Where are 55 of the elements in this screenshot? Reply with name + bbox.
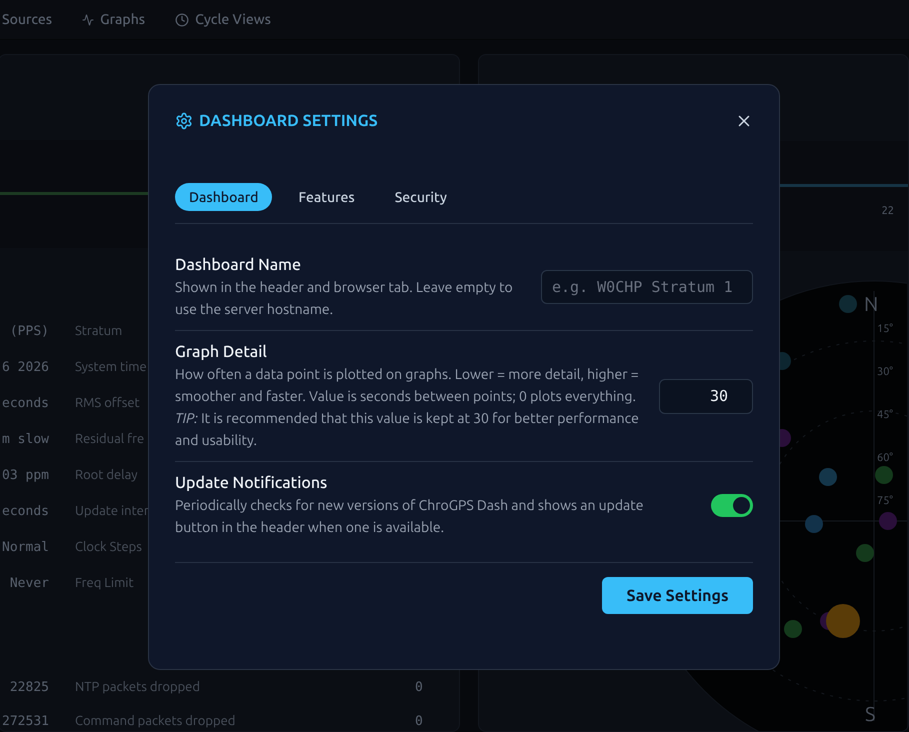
stat-value: econds <box>1 503 49 522</box>
south-label: S <box>865 701 876 727</box>
stat-label: Freq Limit <box>75 575 134 592</box>
counter-value: 22825 <box>8 679 49 698</box>
stat-label: System time <box>75 359 147 376</box>
satellite-dot <box>839 295 857 313</box>
save-settings-button[interactable]: Save Settings <box>602 577 753 614</box>
satellite-dot <box>784 620 802 638</box>
dashboard-name-field[interactable]: e.g. W0CHP Stratum 1 <box>541 270 753 304</box>
elevation-label: 45° <box>877 408 893 423</box>
elevation-label: 75° <box>877 494 893 509</box>
satellite-dot <box>875 466 893 484</box>
dialog-title: DASHBOARD SETTINGS <box>199 111 378 132</box>
counter-value: 272531 <box>1 713 49 732</box>
satellite-dot <box>805 515 823 533</box>
satellite-dot <box>819 468 837 486</box>
elevation-label: 15° <box>877 322 893 337</box>
stat-label: Clock Steps <box>75 539 142 556</box>
tip-text: TIP: It is recommended that this value is kept at 30 for better performance and usability. <box>175 409 639 450</box>
setting-description: Shown in the header and browser tab. Leave empty to use the server hostname. <box>175 278 514 319</box>
stat-label: Stratum <box>75 323 122 340</box>
counter-label: Command packets dropped <box>75 713 236 730</box>
setting-title: Dashboard Name <box>175 255 302 276</box>
settings-tab[interactable]: Dashboard <box>175 183 272 211</box>
settings-tab[interactable]: Security <box>380 183 461 211</box>
stat-value: econds <box>1 395 49 414</box>
stat-value: (PPS) <box>8 323 49 342</box>
stat-value: Normal <box>1 539 49 558</box>
graph-detail-field[interactable]: 30 <box>659 378 753 414</box>
counter-count: 0 <box>415 713 423 732</box>
elevation-label: 30° <box>877 365 893 380</box>
elevation-label: 60° <box>877 451 893 466</box>
setting-title: Update Notifications <box>175 473 328 494</box>
settings-icon <box>175 112 193 130</box>
setting-title: Graph Detail <box>175 342 268 363</box>
stat-value: Never <box>8 575 49 594</box>
satellite-dot <box>856 544 874 562</box>
counter-label: NTP packets dropped <box>75 679 201 696</box>
setting-description: Periodically checks for new versions of ChroGPS Dash and shows an update button in the header when one is available. <box>175 496 644 537</box>
corner-label: 22 <box>882 204 894 219</box>
update-notifications-toggle[interactable] <box>711 494 753 516</box>
settings-tab[interactable]: Features <box>284 183 369 211</box>
setting-description: How often a data point is plotted on graphs. Lower = more detail, higher = smoother and faster. Value is seconds between points; 0 plots everything. <box>175 365 639 406</box>
stat-value: 6 2026 <box>1 359 49 378</box>
stat-label: Update inter <box>75 503 149 520</box>
stat-label: RMS offset <box>75 395 140 412</box>
counter-count: 0 <box>415 679 423 698</box>
stat-value: m slow <box>1 431 49 450</box>
north-label: N <box>864 291 878 317</box>
stat-label: Root delay <box>75 467 138 484</box>
activity-icon <box>82 14 94 26</box>
stat-value: 03 ppm <box>1 467 49 486</box>
stat-label: Residual fre <box>75 431 144 448</box>
satellite-dot <box>879 512 897 530</box>
clock-icon <box>175 12 190 26</box>
